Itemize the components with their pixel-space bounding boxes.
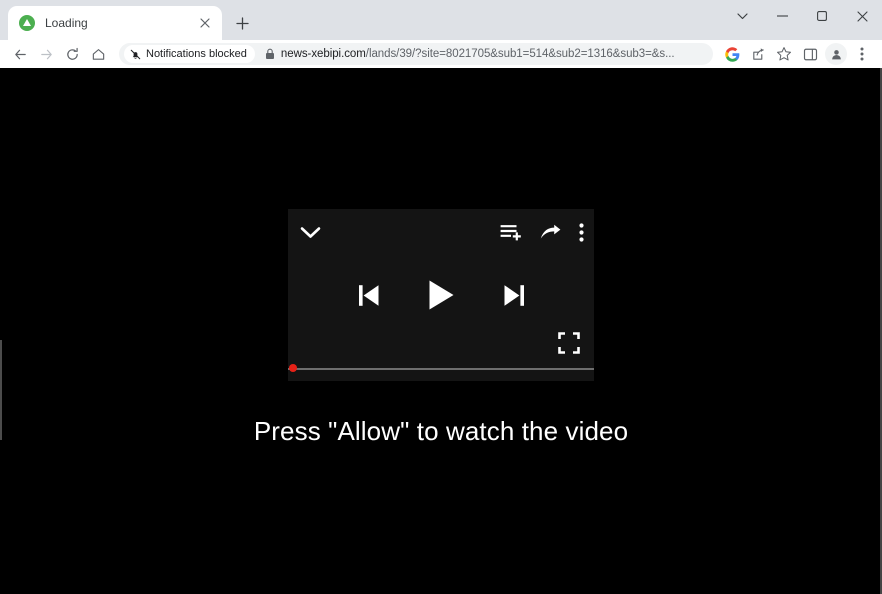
bell-slash-icon xyxy=(130,49,141,60)
url-path: /lands/39/?site=8021705&sub1=514&sub2=13… xyxy=(365,48,675,60)
browser-window: Loading Notifications blocked news-xebip… xyxy=(0,0,882,594)
previous-track-icon[interactable] xyxy=(358,283,380,308)
tab-title: Loading xyxy=(45,16,88,30)
profile-avatar[interactable] xyxy=(825,43,847,65)
url-host: news-xebipi.com xyxy=(280,48,366,60)
window-controls xyxy=(722,0,882,40)
progress-track xyxy=(288,368,594,370)
player-progress-bar[interactable] xyxy=(288,364,594,372)
side-panel-icon[interactable] xyxy=(797,41,823,67)
address-bar[interactable]: Notifications blocked news-xebipi.com/la… xyxy=(119,43,713,65)
minimize-button[interactable] xyxy=(762,0,802,32)
player-transport-controls xyxy=(288,209,594,381)
back-button[interactable] xyxy=(7,41,33,67)
video-player[interactable] xyxy=(288,209,594,381)
tab-favicon-icon xyxy=(19,15,35,31)
forward-button[interactable] xyxy=(33,41,59,67)
notifications-blocked-label: Notifications blocked xyxy=(146,48,247,60)
lock-icon[interactable] xyxy=(265,48,275,60)
new-tab-button[interactable] xyxy=(228,9,256,37)
fullscreen-icon[interactable] xyxy=(558,332,580,359)
google-lens-icon[interactable] xyxy=(719,41,745,67)
bookmark-star-icon[interactable] xyxy=(771,41,797,67)
close-button[interactable] xyxy=(842,0,882,32)
url-text[interactable]: news-xebipi.com/lands/39/?site=8021705&s… xyxy=(281,48,709,60)
tab-search-button[interactable] xyxy=(722,0,762,32)
browser-tab[interactable]: Loading xyxy=(8,6,222,40)
tabstrip-left-padding xyxy=(0,0,8,40)
reload-button[interactable] xyxy=(59,41,85,67)
share-icon[interactable] xyxy=(745,41,771,67)
play-icon[interactable] xyxy=(428,279,455,311)
page-content: Press "Allow" to watch the video xyxy=(0,68,882,594)
page-headline: Press "Allow" to watch the video xyxy=(253,416,629,446)
maximize-button[interactable] xyxy=(802,0,842,32)
browser-toolbar: Notifications blocked news-xebipi.com/la… xyxy=(0,40,882,68)
tab-close-icon[interactable] xyxy=(196,14,214,32)
progress-scrubber[interactable] xyxy=(289,364,297,372)
chrome-menu-icon[interactable] xyxy=(849,41,875,67)
notifications-blocked-chip[interactable]: Notifications blocked xyxy=(124,45,255,63)
home-button[interactable] xyxy=(85,41,111,67)
next-track-icon[interactable] xyxy=(503,283,525,308)
tab-strip: Loading xyxy=(0,0,882,40)
